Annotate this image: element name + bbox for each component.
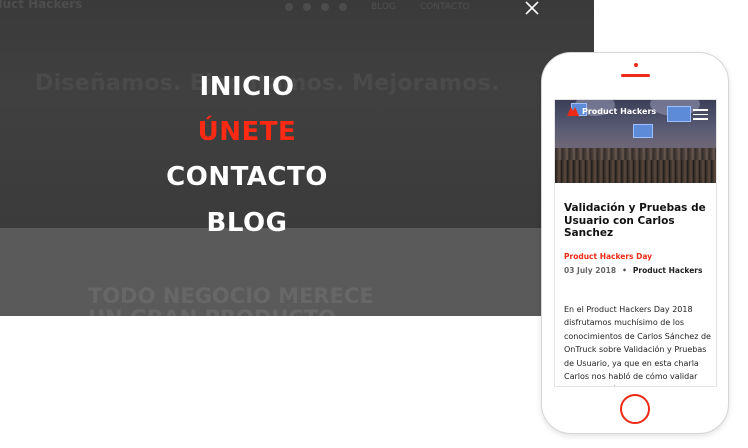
phone-mockup: Product Hackers Validación y Pruebas de … (541, 52, 729, 434)
menu-item-inicio[interactable]: INICIO (0, 72, 494, 102)
stage-screen (633, 124, 653, 138)
section-heading-line2: UN GRAN PRODUCTO (88, 306, 336, 316)
article-category[interactable]: Product Hackers Day (564, 252, 652, 261)
article-meta: 03 July 2018 • Product Hackers (564, 266, 702, 275)
phone-screen: Product Hackers Validación y Pruebas de … (554, 99, 717, 387)
phone-home-button[interactable] (620, 394, 650, 424)
close-icon[interactable] (524, 0, 540, 16)
article-hero-photo: Product Hackers (555, 100, 716, 183)
article-title[interactable]: Validación y Pruebas de Usuario con Carl… (564, 202, 712, 240)
section-heading: TODO NEGOCIO MERECE (88, 284, 374, 308)
audience-front (555, 160, 716, 183)
stage-screen (667, 106, 691, 122)
mobile-brand-name: Product Hackers (582, 107, 657, 116)
desktop-screenshot: duct Hackers BLOG CONTACTO Diseñamos. Ej… (0, 0, 594, 316)
phone-speaker (621, 74, 650, 77)
article-author[interactable]: Product Hackers (633, 266, 703, 275)
hamburger-menu-icon[interactable] (693, 109, 708, 120)
menu-item-blog[interactable]: BLOG (0, 208, 494, 238)
product-hackers-logo-icon (567, 107, 579, 116)
phone-camera (634, 63, 638, 67)
article-date: 03 July 2018 (564, 266, 617, 275)
menu-item-unete[interactable]: ÚNETE (0, 117, 494, 147)
mobile-header-logo[interactable]: Product Hackers (567, 107, 656, 116)
overlay-menu: INICIO ÚNETE CONTACTO BLOG (0, 0, 494, 260)
menu-item-contacto[interactable]: CONTACTO (0, 162, 494, 192)
meta-separator: • (622, 266, 627, 275)
article-body: En el Product Hackers Day 2018 disfrutam… (564, 305, 711, 386)
